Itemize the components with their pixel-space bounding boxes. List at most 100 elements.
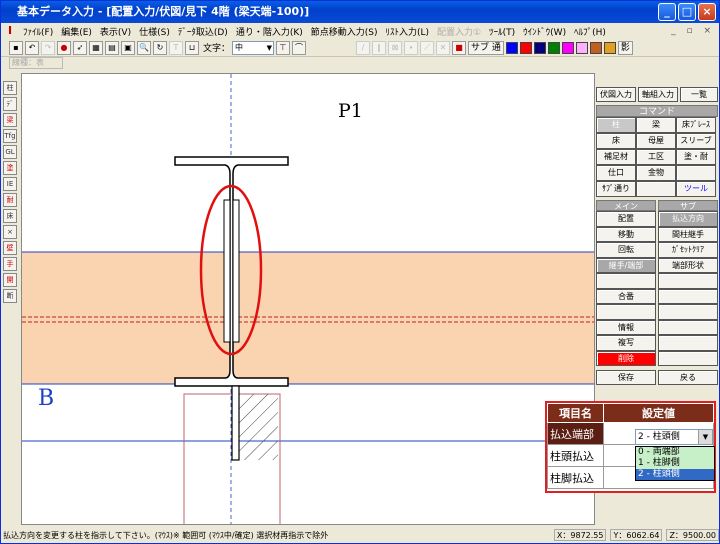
save-icon[interactable]: ▪ <box>9 40 23 55</box>
cmd-beam-button[interactable]: 梁 <box>636 117 676 133</box>
paint-tool-icon[interactable]: 塗 <box>3 161 17 175</box>
cmd-paint-fire-button[interactable]: 塗・耐 <box>676 149 716 165</box>
plan-drawing <box>22 74 594 524</box>
insert-end-dropdown[interactable]: 0 - 両端部 1 - 柱脚側 2 - 柱頭側 <box>635 446 715 481</box>
cmd-sub-grid-button[interactable]: ｻﾌﾞ通り <box>596 181 636 197</box>
gusset-clear-button[interactable]: ｶﾞｾｯﾄｸﾘｱ <box>658 242 718 258</box>
menu-edit[interactable]: 編集(E) <box>57 25 96 38</box>
cmd-supplement-button[interactable]: 補足材 <box>596 149 636 165</box>
splice-end-button[interactable]: 継手/端部 <box>596 257 656 273</box>
cmd-sleeve-button[interactable]: スリーブ <box>676 133 716 149</box>
tfg-tool-icon[interactable]: Tfg <box>3 129 17 143</box>
insert-end-combo[interactable]: 2 - 柱頭側 ▼ <box>635 429 713 445</box>
brace-tool-icon[interactable]: × <box>3 225 17 239</box>
beam-tool-icon[interactable]: 梁 <box>3 113 17 127</box>
color-swatch-brown[interactable] <box>589 41 602 54</box>
stop-icon[interactable]: ● <box>57 40 71 55</box>
menu-view[interactable]: 表示(V) <box>96 25 135 38</box>
mdi-controls[interactable]: _ ▫ × <box>671 26 715 36</box>
cross-icon: ⊠ <box>388 40 403 55</box>
color-swatch-pink[interactable] <box>575 41 588 54</box>
status-bar: 払込方向を変更する柱を指示して下さい。(ﾏｳｽ)※ 範囲可 (ﾏｳｽ中/確定) … <box>1 527 719 543</box>
dropdown-option[interactable]: 0 - 両端部 <box>636 447 714 458</box>
diag-icon: ⟋ <box>420 40 435 55</box>
delete-button[interactable]: 削除 <box>596 350 656 366</box>
grid-icon[interactable]: ▦ <box>89 40 103 55</box>
layout-icon[interactable]: ▤ <box>105 40 119 55</box>
cmd-floor-button[interactable]: 床 <box>596 133 636 149</box>
section-tool-icon[interactable]: 断 <box>3 289 17 303</box>
data-tool-icon[interactable]: ﾃﾞ <box>3 97 17 111</box>
color-swatch-green[interactable] <box>547 41 560 54</box>
text-icon[interactable]: ⊔ <box>185 40 199 55</box>
main-header: メイン <box>596 200 656 211</box>
zoom-icon[interactable]: 🔍 <box>137 40 151 55</box>
marker-icon[interactable]: ⊤ <box>276 40 291 55</box>
sub-grid-toggle[interactable]: サブ 通 <box>468 40 504 55</box>
window-icon[interactable]: ▣ <box>121 40 135 55</box>
back-button[interactable]: 戻る <box>658 370 718 385</box>
text-size-select[interactable]: 中 <box>232 40 275 55</box>
copy-button[interactable]: 複写 <box>596 335 656 351</box>
cmd-tools-button[interactable]: ツール <box>676 181 716 197</box>
save-button[interactable]: 保存 <box>596 370 656 385</box>
cmd-zone-button[interactable]: 工区 <box>636 149 676 165</box>
shadow-toggle[interactable]: 影 <box>617 40 633 55</box>
cmd-purlin-button[interactable]: 母屋 <box>636 133 676 149</box>
insert-direction-button[interactable]: 払込方向 <box>658 211 718 227</box>
undo-icon[interactable]: ↶ <box>25 40 39 55</box>
cmd-joint-button[interactable]: 仕口 <box>596 165 636 181</box>
opening-tool-icon[interactable]: 開 <box>3 273 17 287</box>
list-view-button[interactable]: 一覧 <box>680 87 718 102</box>
menu-window[interactable]: ｳｲﾝﾄﾞｳ(W) <box>519 25 570 38</box>
main-empty-1 <box>596 273 656 289</box>
ie-tool-icon[interactable]: IE <box>3 177 17 191</box>
color-swatch-red[interactable] <box>519 41 532 54</box>
plan-input-button[interactable]: 伏図入力 <box>596 87 636 102</box>
pointer-icon[interactable]: ➶ <box>73 40 87 55</box>
frame-icon[interactable]: ■ <box>452 40 467 55</box>
line-type-select: 線種：表 <box>9 57 63 69</box>
drawing-canvas[interactable]: P1 B <box>21 73 595 525</box>
menu-tools[interactable]: ﾂｰﾙ(T) <box>485 25 519 38</box>
color-swatch-magenta[interactable] <box>561 41 574 54</box>
close-button[interactable]: × <box>698 3 716 21</box>
maximize-button[interactable]: □ <box>678 3 696 21</box>
cmd-floor-brace-button[interactable]: 床ﾌﾞﾚｰｽ <box>676 117 716 133</box>
minimize-button[interactable]: _ <box>658 3 676 21</box>
column-tool-icon[interactable]: 柱 <box>3 81 17 95</box>
gl-tool-icon[interactable]: GL <box>3 145 17 159</box>
menu-grid-floor[interactable]: 通り・階入力(K) <box>232 25 307 38</box>
color-swatch-navy[interactable] <box>533 41 546 54</box>
title-bar: 基本データ入力 - [配置入力/伏図/見下 4階 (梁天端-100)] _ □ … <box>1 1 719 23</box>
menu-list-input[interactable]: ﾘｽﾄ入力(L) <box>382 25 434 38</box>
menu-import[interactable]: ﾃﾞｰﾀ取込(D) <box>174 25 232 38</box>
dropdown-option[interactable]: 1 - 柱脚側 <box>636 458 714 469</box>
menu-help[interactable]: ﾍﾙﾌﾟ(H) <box>570 25 610 38</box>
text-size-label: 文字： <box>203 44 231 54</box>
handrail-tool-icon[interactable]: 手 <box>3 257 17 271</box>
end-shape-button[interactable]: 端部形状 <box>658 257 718 273</box>
dropdown-option-selected[interactable]: 2 - 柱頭側 <box>636 469 714 480</box>
redraw-icon[interactable]: ↻ <box>153 40 167 55</box>
chevron-down-icon[interactable]: ▼ <box>698 430 712 444</box>
floor-tool-icon[interactable]: 床 <box>3 209 17 223</box>
move-button[interactable]: 移動 <box>596 226 656 242</box>
menu-file[interactable]: ﾌｧｲﾙ(F) <box>19 25 57 38</box>
frame-input-button[interactable]: 軸組入力 <box>638 87 678 102</box>
fire-tool-icon[interactable]: 耐 <box>3 193 17 207</box>
place-button[interactable]: 配置 <box>596 211 656 227</box>
color-swatch-blue[interactable] <box>505 41 518 54</box>
stud-splice-button[interactable]: 間柱継手 <box>658 226 718 242</box>
wall-tool-icon[interactable]: 壁 <box>3 241 17 255</box>
menu-spec[interactable]: 仕様(S) <box>135 25 174 38</box>
color-swatch-gold[interactable] <box>603 41 616 54</box>
arc-icon[interactable]: ⌒ <box>292 40 307 55</box>
rotate-button[interactable]: 回転 <box>596 242 656 258</box>
cmd-hardware-button[interactable]: 金物 <box>636 165 676 181</box>
command-header: コマンド <box>596 105 718 117</box>
cmd-column-button[interactable]: 柱 <box>596 117 636 133</box>
mark-number-button[interactable]: 合番 <box>596 288 656 304</box>
info-button[interactable]: 情報 <box>596 319 656 335</box>
menu-node-move[interactable]: 節点移動入力(S) <box>307 25 382 38</box>
